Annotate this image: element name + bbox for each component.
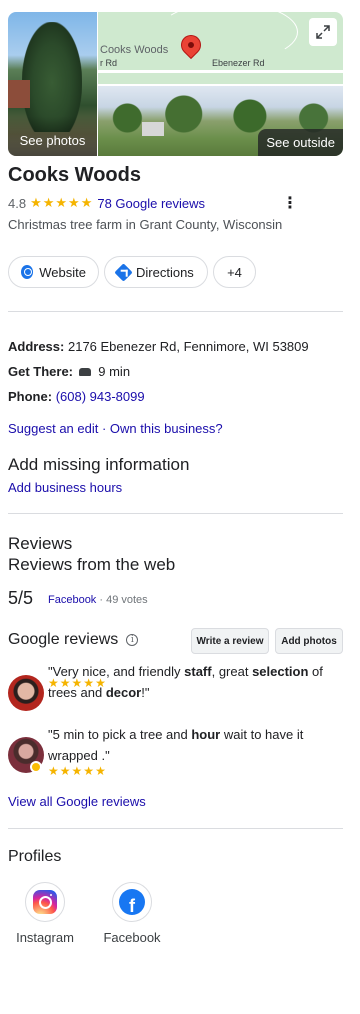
star-filled-icon: ★ (71, 676, 84, 690)
place-title: Cooks Woods (8, 164, 141, 186)
globe-icon (21, 265, 34, 279)
suggest-edit-link[interactable]: Suggest an edit (8, 421, 98, 436)
get-there-value: 9 min (98, 364, 131, 379)
star-empty-icon: ★ (95, 764, 107, 778)
instagram-icon (33, 890, 57, 914)
edit-separator: · (98, 421, 110, 436)
facebook-icon: f (119, 889, 145, 915)
review-keyword: selection (252, 664, 309, 679)
write-review-button[interactable]: Write a review (191, 628, 269, 654)
local-guide-badge-icon (30, 761, 42, 773)
reviews-web-title: Reviews from the web (8, 555, 176, 574)
place-category: Christmas tree farm in Grant County, Wis… (8, 217, 283, 232)
reviews-title: Reviews (8, 534, 73, 553)
star-filled-icon: ★ (59, 676, 72, 690)
edit-links: Suggest an edit · Own this business? (8, 421, 223, 436)
map-place-label: Cooks Woods (100, 44, 169, 56)
profiles-title: Profiles (8, 848, 62, 865)
more-actions-label: +4 (227, 264, 242, 280)
rating-stars: ★★★★★ (30, 195, 93, 211)
map-road-label-right: Ebenezer Rd (212, 58, 265, 68)
outside-shed-photo (142, 122, 164, 136)
star-filled-icon: ★ (48, 676, 60, 690)
review-keyword: staff (184, 664, 212, 679)
map-road-label-left: r Rd (100, 58, 118, 68)
star-filled-icon: ★ (80, 195, 94, 210)
add-hours-link[interactable]: Add business hours (8, 480, 122, 495)
star-empty-icon: ★ (71, 764, 84, 778)
star-empty-icon: ★ (83, 764, 96, 778)
review-text-part: "5 min to pick a tree and (48, 727, 192, 742)
review-stars: ★★★★★ (48, 676, 107, 690)
phone-link[interactable]: (608) 943-8099 (56, 389, 145, 404)
address-value: 2176 Ebenezer Rd, Fennimore, WI 53809 (67, 339, 309, 354)
rating-row: 4.8 ★★★★★ 78 Google reviews (8, 195, 205, 211)
see-photos-tile[interactable]: See photos (8, 12, 97, 156)
divider (8, 513, 343, 514)
star-filled-icon: ★ (42, 195, 56, 210)
star-filled-icon: ★ (55, 195, 69, 210)
divider (8, 828, 343, 829)
google-reviews-heading: Google reviews i (8, 631, 139, 649)
house-photo-detail (8, 80, 30, 108)
phone-row: Phone: (608) 943-8099 (8, 389, 145, 404)
expand-icon (316, 25, 330, 39)
review-stars: ★★★★★ (48, 764, 107, 778)
star-filled-icon: ★ (83, 676, 96, 690)
directions-icon (114, 262, 133, 282)
profile-label: Facebook (103, 930, 161, 945)
star-empty-icon: ★ (59, 764, 72, 778)
website-label: Website (39, 264, 86, 280)
view-all-reviews-link[interactable]: View all Google reviews (8, 794, 146, 809)
directions-label: Directions (136, 264, 194, 280)
get-there-label: Get There: (8, 364, 74, 379)
review-text-part: , great (211, 664, 253, 679)
map-road (98, 70, 343, 73)
google-reviews-link[interactable]: 78 Google reviews (97, 196, 205, 211)
map-tile[interactable]: Cooks Woods r Rd Ebenezer Rd (98, 12, 343, 84)
car-icon (78, 367, 91, 376)
review-keyword: decor (105, 685, 142, 700)
profile-label: Instagram (16, 930, 74, 945)
web-score: 5/5 (8, 588, 34, 608)
add-photos-button[interactable]: Add photos (275, 628, 343, 654)
profile-instagram[interactable]: Instagram (10, 882, 80, 945)
map-creek (158, 12, 298, 62)
web-score-source: Facebook · 49 votes (48, 594, 148, 606)
review-text: "5 min to pick a tree and hour wait to h… (48, 724, 343, 766)
rating-value: 4.8 (8, 195, 27, 211)
see-photos-label: See photos (19, 133, 86, 148)
see-outside-tile[interactable]: See outside (98, 86, 343, 156)
reviewer-avatar[interactable] (8, 675, 44, 711)
more-actions-button[interactable]: +4 (213, 256, 256, 288)
expand-map-button[interactable] (309, 18, 337, 46)
own-business-link[interactable]: Own this business? (110, 421, 223, 436)
star-filled-icon: ★ (68, 195, 81, 210)
address-label: Address: (8, 339, 65, 354)
profile-facebook[interactable]: f Facebook (97, 882, 167, 945)
info-icon[interactable]: i (126, 634, 139, 646)
review-keyword: hour (191, 727, 221, 742)
facebook-circle: f (112, 882, 152, 922)
missing-info-title: Add missing information (8, 455, 190, 474)
address-row: Address: 2176 Ebenezer Rd, Fennimore, WI… (8, 339, 309, 354)
directions-button[interactable]: Directions (104, 256, 208, 288)
web-votes: · 49 votes (99, 594, 148, 606)
see-outside-label: See outside (258, 129, 343, 156)
get-there-row: Get There: 9 min (8, 364, 130, 379)
review-text-part: !" (141, 685, 150, 700)
star-empty-icon: ★ (95, 676, 107, 690)
phone-label: Phone: (8, 389, 53, 404)
facebook-review-link[interactable]: Facebook (48, 594, 96, 606)
outside-trees-photo (98, 94, 343, 134)
more-options-icon[interactable]: ⋮ (282, 193, 298, 213)
website-button[interactable]: Website (8, 256, 99, 288)
star-filled-icon: ★ (48, 764, 60, 778)
star-filled-icon: ★ (30, 195, 43, 210)
instagram-circle (25, 882, 65, 922)
google-reviews-title: Google reviews (8, 631, 119, 648)
divider (8, 311, 343, 312)
